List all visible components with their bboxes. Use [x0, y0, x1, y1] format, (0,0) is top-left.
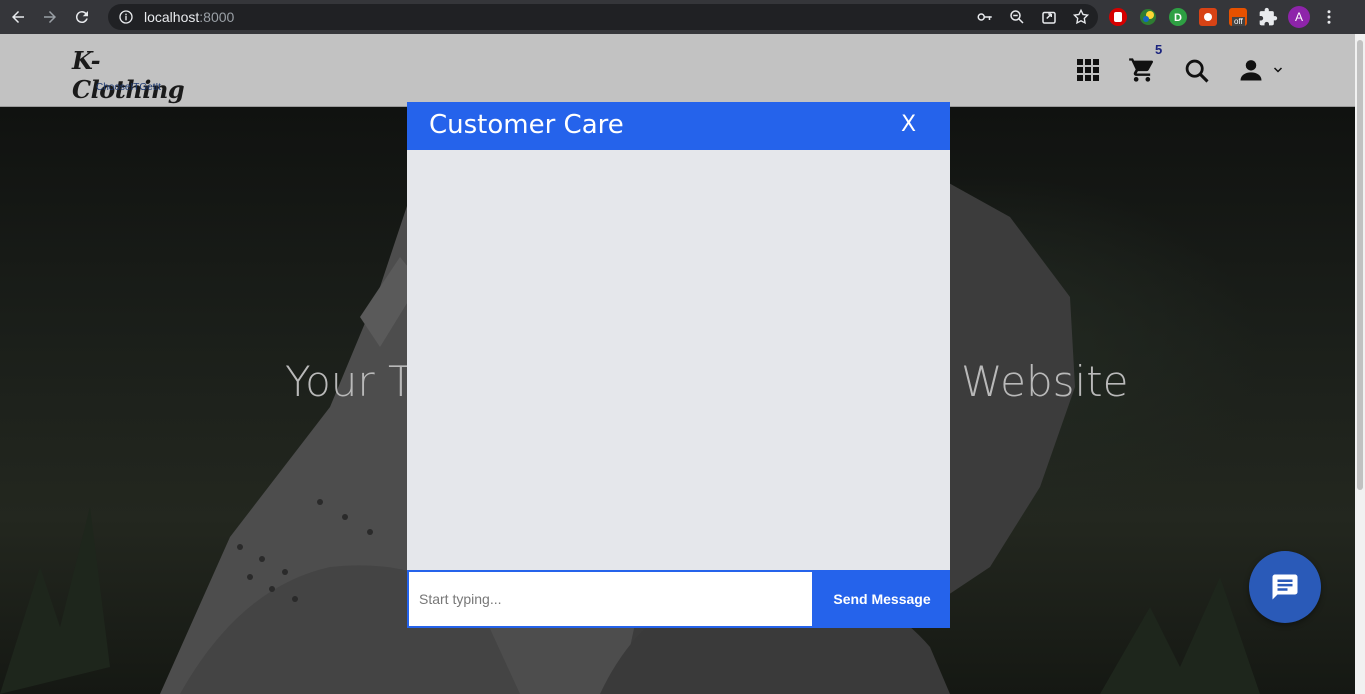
- cart-count-badge: 5: [1155, 42, 1163, 57]
- user-account-icon[interactable]: [1237, 56, 1265, 84]
- puzzle-extensions-icon[interactable]: [1258, 7, 1278, 27]
- web-page: Your T Website K-Clothing ChooseITGetIt …: [0, 34, 1355, 694]
- page-scrollbar[interactable]: [1355, 34, 1365, 694]
- green-d-extension-icon[interactable]: D: [1168, 7, 1188, 27]
- back-arrow-icon: [12, 11, 24, 23]
- zoom-out-icon[interactable]: [1008, 8, 1026, 26]
- chat-messages-area: [407, 150, 950, 570]
- profile-avatar[interactable]: A: [1288, 6, 1310, 28]
- customer-care-modal: Customer Care X Send Message: [407, 102, 950, 628]
- stop-extension-icon[interactable]: [1108, 7, 1128, 27]
- forward-button[interactable]: [36, 3, 64, 31]
- search-icon[interactable]: [1183, 57, 1211, 85]
- browser-toolbar: localhost:8000 D off A: [0, 0, 1365, 34]
- chevron-down-icon[interactable]: [1272, 64, 1284, 76]
- key-icon[interactable]: [976, 8, 994, 26]
- chat-message-input[interactable]: [407, 570, 814, 628]
- red-extension-icon[interactable]: [1198, 7, 1218, 27]
- modal-title: Customer Care: [429, 110, 624, 140]
- logo-title: K-Clothing: [72, 46, 185, 104]
- reload-button[interactable]: [68, 3, 96, 31]
- svg-text:D: D: [1174, 12, 1182, 24]
- back-button[interactable]: [4, 3, 32, 31]
- url-port: :8000: [199, 9, 235, 25]
- close-button[interactable]: X: [901, 112, 916, 137]
- modal-header: Customer Care X: [407, 102, 950, 150]
- chat-bubble-icon: [1272, 574, 1298, 600]
- url-text: localhost:8000: [144, 9, 234, 25]
- share-icon[interactable]: [1040, 8, 1058, 26]
- bookmark-star-icon[interactable]: [1072, 8, 1090, 26]
- send-message-button[interactable]: Send Message: [814, 570, 950, 628]
- scrollbar-thumb[interactable]: [1357, 40, 1363, 490]
- apps-grid-icon[interactable]: [1076, 58, 1100, 82]
- reload-icon: [75, 11, 88, 24]
- address-bar[interactable]: localhost:8000: [108, 4, 1098, 30]
- info-icon[interactable]: [118, 9, 134, 25]
- cart-icon[interactable]: [1127, 56, 1157, 84]
- logo-tagline: ChooseITGetIt: [96, 82, 162, 93]
- url-host: localhost: [144, 9, 200, 25]
- color-extension-icon[interactable]: [1138, 7, 1158, 27]
- extension-badge: off: [1232, 17, 1245, 26]
- site-logo[interactable]: K-Clothing ChooseITGetIt: [72, 46, 192, 104]
- site-header: K-Clothing ChooseITGetIt 5: [0, 34, 1355, 107]
- off-extension-icon[interactable]: off: [1228, 7, 1248, 27]
- forward-arrow-icon: [44, 11, 56, 23]
- more-menu-icon[interactable]: [1320, 8, 1338, 26]
- chat-launcher-button[interactable]: [1249, 551, 1321, 623]
